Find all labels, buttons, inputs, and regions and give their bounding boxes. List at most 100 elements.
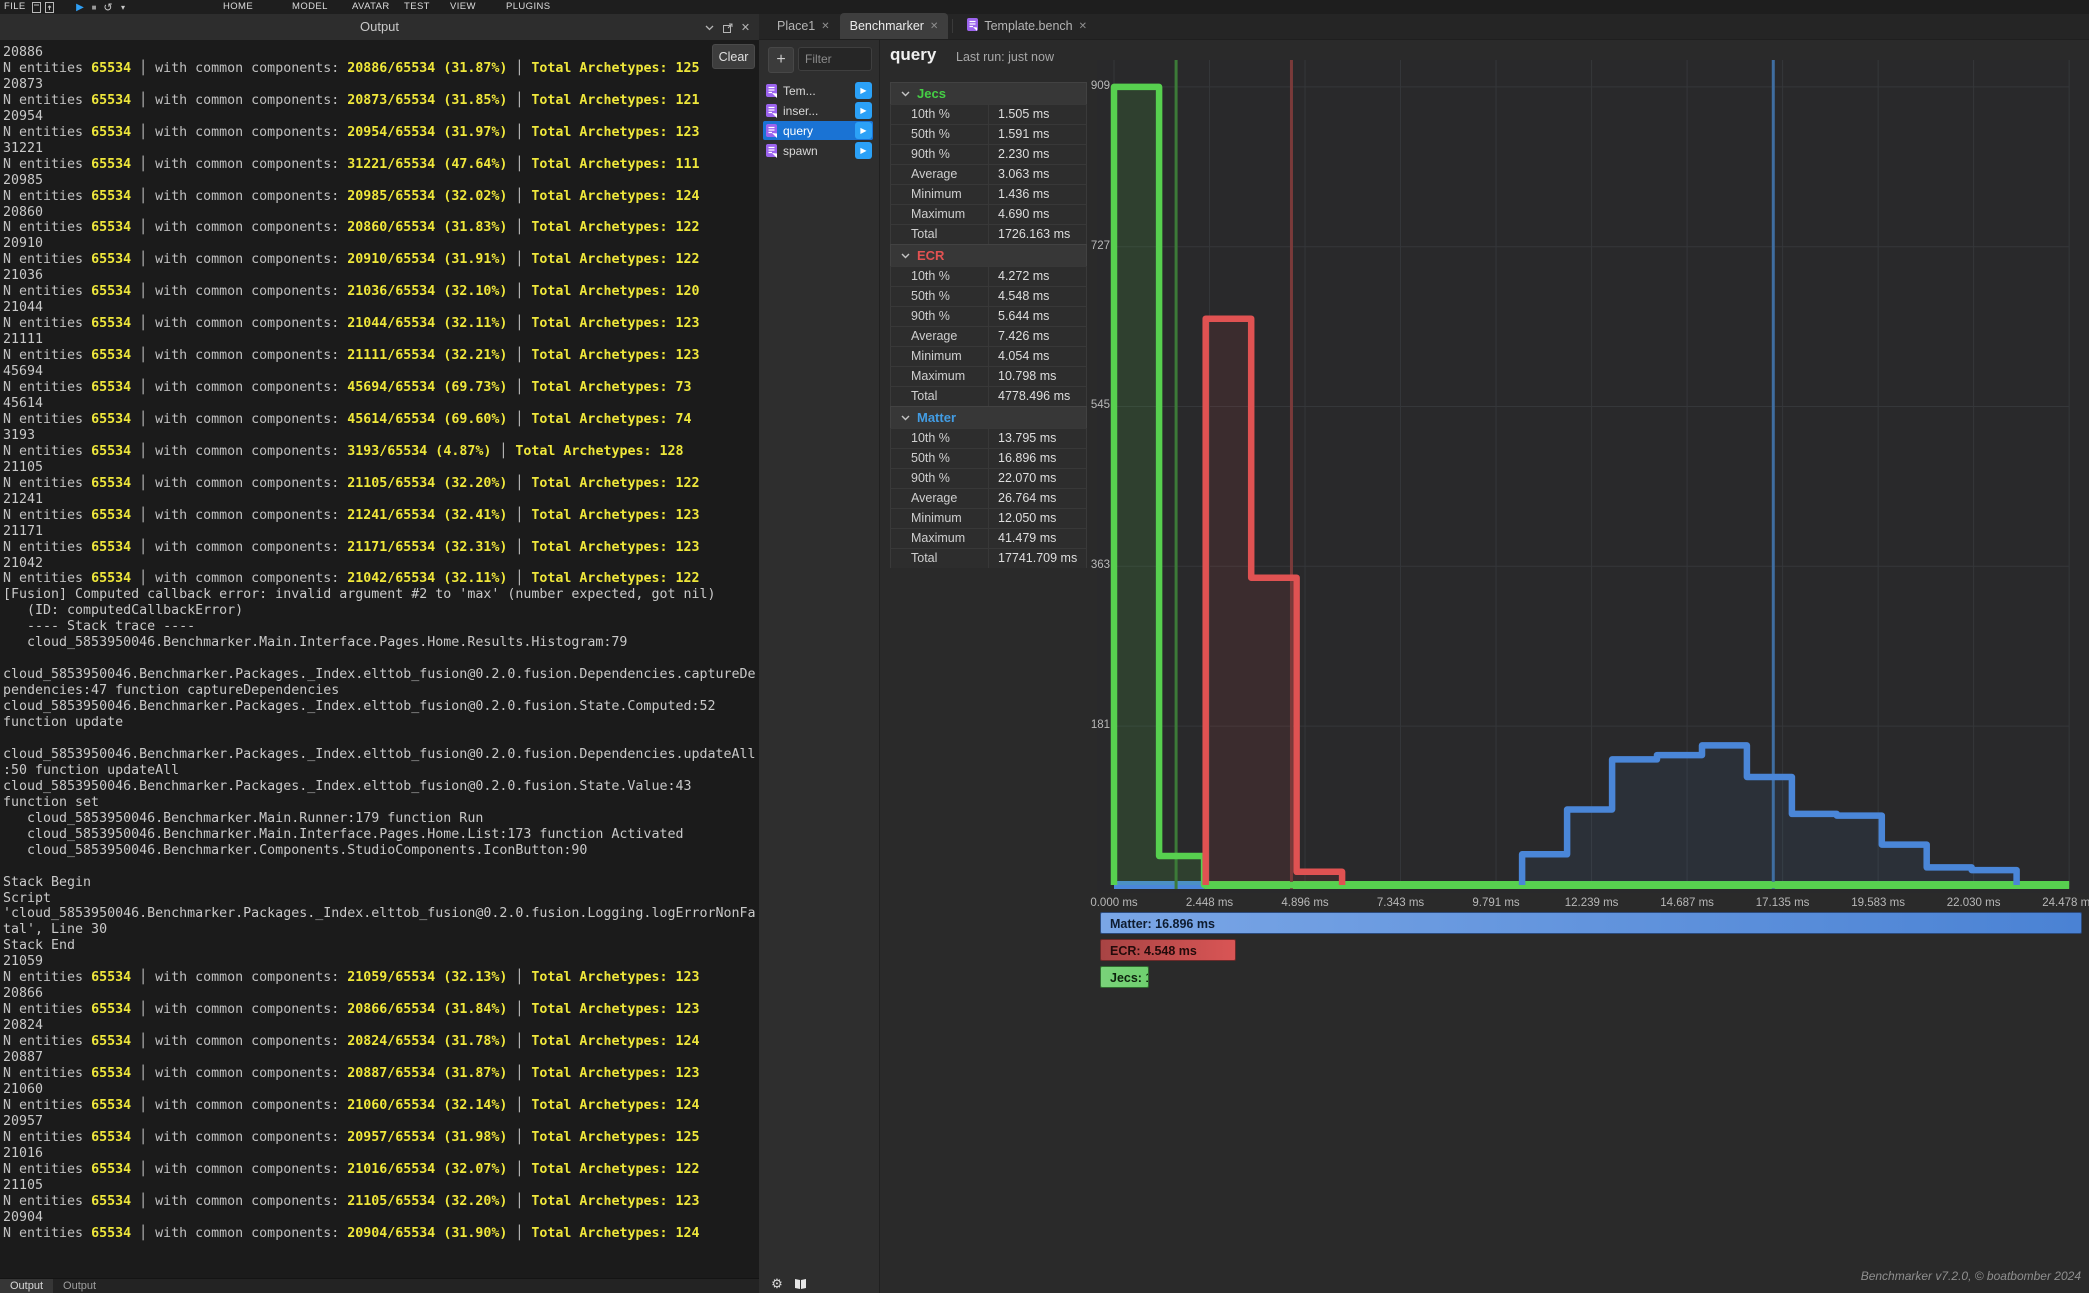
document-tabbar: Place1✕Benchmarker✕ Template.bench✕ bbox=[759, 14, 2089, 40]
stop-icon[interactable]: ■ bbox=[88, 1, 100, 13]
console-line: 21105 bbox=[3, 460, 759, 476]
legend-bar-matter: Matter: 16.896 ms bbox=[1100, 912, 2082, 934]
save-icon[interactable] bbox=[30, 1, 42, 13]
y-axis-tick-label: 727 bbox=[1070, 240, 1110, 252]
stat-value: 26.764 ms bbox=[989, 489, 1086, 508]
console-line bbox=[3, 731, 759, 747]
tab-close-icon[interactable]: ✕ bbox=[821, 21, 829, 32]
x-axis-tick-label: 7.343 ms bbox=[1361, 897, 1441, 909]
menu-item-home[interactable]: HOME bbox=[223, 1, 253, 12]
console-line: cloud_5853950046.Benchmarker.Components.… bbox=[3, 843, 759, 859]
stats-table: Jecs10th %1.505 ms50th %1.591 ms90th %2.… bbox=[890, 82, 1087, 568]
console-line: N entities 65534 │ with common component… bbox=[3, 1194, 759, 1210]
stat-label: Total bbox=[891, 387, 989, 406]
benchmarker-window: Place1✕Benchmarker✕ Template.bench✕ + ⚙ T… bbox=[759, 14, 2089, 1293]
publish-icon[interactable] bbox=[43, 1, 55, 13]
play-icon[interactable]: ▶ bbox=[74, 1, 86, 13]
menu-item-model[interactable]: MODEL bbox=[292, 1, 328, 12]
x-axis-tick-label: 12.239 ms bbox=[1552, 897, 1632, 909]
console-line: 20886 bbox=[3, 45, 759, 61]
tab-benchmarker[interactable]: Benchmarker✕ bbox=[840, 13, 949, 39]
stats-row: 50th %16.896 ms bbox=[890, 448, 1087, 468]
menu-item-avatar[interactable]: AVATAR bbox=[352, 1, 390, 12]
console-line: 21044 bbox=[3, 300, 759, 316]
stat-value: 41.479 ms bbox=[989, 529, 1086, 548]
stats-row: Minimum12.050 ms bbox=[890, 508, 1087, 528]
stats-section-header-matter[interactable]: Matter bbox=[890, 406, 1087, 428]
redo-dropdown-icon[interactable]: ▾ bbox=[117, 1, 129, 13]
console-line: cloud_5853950046.Benchmarker.Main.Runner… bbox=[3, 811, 759, 827]
output-window: Output ✕ Clear 20886 N entities 65534 │ w… bbox=[0, 14, 759, 1293]
output-header: Output ✕ bbox=[0, 14, 759, 41]
add-benchmark-button[interactable]: + bbox=[768, 47, 794, 73]
stats-row: Average7.426 ms bbox=[890, 326, 1087, 346]
popout-icon[interactable] bbox=[720, 20, 735, 35]
stat-label: 90th % bbox=[891, 307, 989, 326]
benchmark-item-query[interactable]: query▶ bbox=[763, 121, 873, 140]
console-line: N entities 65534 │ with common component… bbox=[3, 220, 759, 236]
tab-close-icon[interactable]: ✕ bbox=[930, 21, 938, 32]
run-benchmark-button[interactable]: ▶ bbox=[855, 102, 872, 119]
chevron-down-icon[interactable] bbox=[702, 20, 717, 35]
undo-icon[interactable]: ↺ bbox=[102, 1, 114, 13]
run-benchmark-button[interactable]: ▶ bbox=[855, 122, 872, 139]
stats-row: Maximum10.798 ms bbox=[890, 366, 1087, 386]
close-icon[interactable]: ✕ bbox=[738, 20, 753, 35]
stats-section-header-ecr[interactable]: ECR bbox=[890, 244, 1087, 266]
menu-item-test[interactable]: TEST bbox=[404, 1, 430, 12]
console-line: N entities 65534 │ with common component… bbox=[3, 444, 759, 460]
console-line: 20954 bbox=[3, 109, 759, 125]
chevron-down-icon bbox=[901, 89, 910, 99]
menu-item-view[interactable]: VIEW bbox=[450, 1, 476, 12]
benchmark-item-inser[interactable]: inser...▶ bbox=[763, 101, 873, 120]
tab-template.bench[interactable]: Template.bench✕ bbox=[957, 13, 1097, 39]
run-benchmark-button[interactable]: ▶ bbox=[855, 142, 872, 159]
chevron-down-icon bbox=[901, 413, 910, 423]
console-line: N entities 65534 │ with common component… bbox=[3, 380, 759, 396]
y-axis-tick-label: 181 bbox=[1070, 719, 1110, 731]
docs-book-icon[interactable] bbox=[791, 1276, 809, 1292]
stat-label: Total bbox=[891, 225, 989, 244]
stats-section-header-jecs[interactable]: Jecs bbox=[890, 82, 1087, 104]
script-icon bbox=[766, 84, 778, 98]
stat-label: Total bbox=[891, 549, 989, 568]
console-line: N entities 65534 │ with common component… bbox=[3, 571, 759, 587]
histogram-chart: 1813635457279090.000 ms2.448 ms4.896 ms7… bbox=[1097, 60, 2089, 1020]
console-log[interactable]: 20886 N entities 65534 │ with common comp… bbox=[0, 40, 759, 1278]
benchmark-item-label: query bbox=[783, 124, 855, 138]
settings-gear-icon[interactable]: ⚙ bbox=[768, 1276, 786, 1292]
stats-row: Total1726.163 ms bbox=[890, 224, 1087, 244]
console-line: 3193 bbox=[3, 428, 759, 444]
bottom-tab-output[interactable]: Output bbox=[0, 1279, 53, 1293]
chevron-down-icon bbox=[901, 251, 910, 261]
stat-label: 10th % bbox=[891, 267, 989, 286]
menu-item-plugins[interactable]: PLUGINS bbox=[506, 1, 551, 12]
last-run-label: Last run: just now bbox=[956, 50, 1054, 64]
run-benchmark-button[interactable]: ▶ bbox=[855, 82, 872, 99]
filter-input[interactable] bbox=[798, 47, 872, 71]
stat-label: 10th % bbox=[891, 429, 989, 448]
console-line: cloud_5853950046.Benchmarker.Main.Interf… bbox=[3, 635, 759, 651]
console-line: 21016 bbox=[3, 1146, 759, 1162]
benchmark-item-tem[interactable]: Tem...▶ bbox=[763, 81, 873, 100]
stats-row: 90th %2.230 ms bbox=[890, 144, 1087, 164]
stat-value: 4.548 ms bbox=[989, 287, 1086, 306]
legend-bar-ecr: ECR: 4.548 ms bbox=[1100, 939, 1236, 961]
tab-place1[interactable]: Place1✕ bbox=[767, 13, 840, 39]
clear-button[interactable]: Clear bbox=[712, 44, 755, 69]
stat-value: 3.063 ms bbox=[989, 165, 1086, 184]
x-axis-tick-label: 19.583 ms bbox=[1838, 897, 1918, 909]
benchmark-item-spawn[interactable]: spawn▶ bbox=[763, 141, 873, 160]
tab-close-icon[interactable]: ✕ bbox=[1079, 21, 1087, 32]
stats-section-name: ECR bbox=[917, 248, 944, 263]
bottom-tab-output[interactable]: Output bbox=[53, 1279, 106, 1293]
stats-row: 10th %1.505 ms bbox=[890, 104, 1087, 124]
file-menu[interactable]: FILE bbox=[4, 1, 26, 12]
plugin-credit: Benchmarker v7.2.0, © boatbomber 2024 bbox=[1861, 1269, 2081, 1283]
x-axis-tick-label: 2.448 ms bbox=[1170, 897, 1250, 909]
stat-label: 50th % bbox=[891, 287, 989, 306]
console-line: Script bbox=[3, 891, 759, 907]
console-line: N entities 65534 │ with common component… bbox=[3, 1034, 759, 1050]
console-line: ---- Stack trace ---- bbox=[3, 619, 759, 635]
console-line: 21111 bbox=[3, 332, 759, 348]
